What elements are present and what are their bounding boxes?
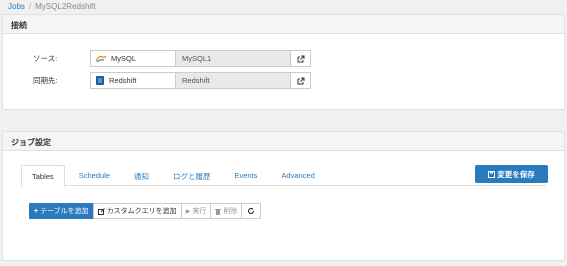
connection-panel: 接続 ソース: MySQL MySQL1 同期先: Redshift Redsh… xyxy=(2,14,565,110)
redshift-logo xyxy=(95,75,105,86)
tab-events[interactable]: Events xyxy=(224,165,267,186)
mysql-logo xyxy=(95,55,107,63)
source-row: ソース: MySQL MySQL1 xyxy=(33,50,311,67)
refresh-icon xyxy=(248,207,255,215)
save-icon xyxy=(488,170,496,178)
source-type-text: MySQL xyxy=(111,54,137,63)
tab-logs-history[interactable]: ログと履歴 xyxy=(163,165,221,186)
connection-panel-title: 接続 xyxy=(3,15,564,34)
tab-advanced[interactable]: Advanced xyxy=(271,165,324,186)
run-button[interactable]: ▶ 実行 xyxy=(180,203,212,219)
run-label: 実行 xyxy=(192,208,207,215)
external-link-icon xyxy=(297,77,304,84)
play-icon: ▶ xyxy=(185,208,191,215)
tab-notifications[interactable]: 通知 xyxy=(124,165,159,186)
destination-type-field: Redshift xyxy=(90,72,176,89)
add-custom-query-label: カスタムクエリを追加 xyxy=(106,208,177,215)
destination-row: 同期先: Redshift Redshift xyxy=(33,72,311,89)
delete-label: 削除 xyxy=(223,208,238,215)
add-table-button[interactable]: + テーブルを追加 xyxy=(29,203,94,219)
delete-button[interactable]: 削除 xyxy=(210,203,243,219)
source-type-field: MySQL xyxy=(90,50,176,67)
source-connection-name: MySQL1 xyxy=(176,50,291,67)
tab-tables[interactable]: Tables xyxy=(21,165,65,187)
trash-icon xyxy=(215,208,222,215)
refresh-button[interactable] xyxy=(241,203,262,219)
add-custom-query-button[interactable]: カスタムクエリを追加 xyxy=(92,203,182,219)
breadcrumb-jobs-link[interactable]: Jobs xyxy=(8,2,25,11)
breadcrumb: Jobs / MySQL2Redshift xyxy=(8,2,96,11)
save-changes-label: 変更を保存 xyxy=(497,169,535,179)
destination-connection-name: Redshift xyxy=(176,72,291,89)
breadcrumb-separator: / xyxy=(28,2,32,11)
edit-icon xyxy=(97,207,105,215)
destination-label: 同期先: xyxy=(33,76,58,85)
save-changes-button[interactable]: 変更を保存 xyxy=(475,165,548,183)
destination-open-button[interactable] xyxy=(291,72,311,89)
destination-type-text: Redshift xyxy=(109,76,137,85)
plus-icon: + xyxy=(34,207,39,215)
job-tabs: Tables Schedule 通知 ログと履歴 Events Advanced xyxy=(21,165,546,187)
table-toolbar: + テーブルを追加 カスタムクエリを追加 ▶ 実行 削除 xyxy=(29,203,262,219)
breadcrumb-current: MySQL2Redshift xyxy=(35,2,96,11)
add-table-label: テーブルを追加 xyxy=(40,208,89,215)
job-settings-panel: ジョブ設定 Tables Schedule 通知 ログと履歴 Events Ad… xyxy=(2,131,565,261)
source-open-button[interactable] xyxy=(291,50,311,67)
job-settings-title: ジョブ設定 xyxy=(3,132,564,151)
tab-schedule[interactable]: Schedule xyxy=(69,165,120,186)
external-link-icon xyxy=(297,55,304,62)
source-label: ソース: xyxy=(33,54,58,63)
